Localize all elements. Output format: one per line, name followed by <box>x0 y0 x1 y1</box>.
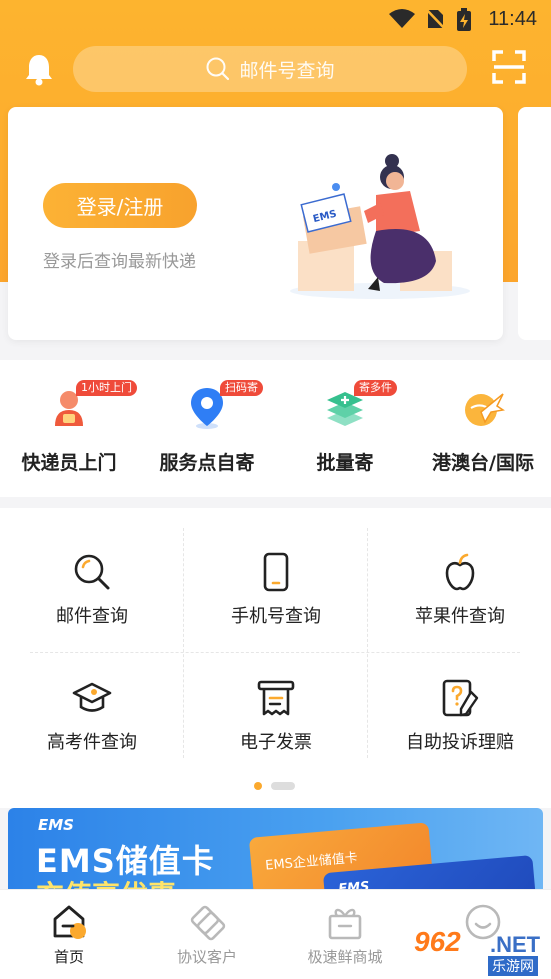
no-sim-icon <box>425 8 446 30</box>
service-self-drop[interactable]: 扫码寄 服务点自寄 <box>142 378 272 488</box>
promo-banner[interactable]: EMS EMS储值卡 充值享优惠 EMS企业储值卡 EMS <box>8 808 543 898</box>
search-input[interactable]: 邮件号查询 <box>73 46 467 92</box>
watermark-cn: 乐游网 <box>488 956 538 976</box>
service-tag: 寄多件 <box>354 380 397 396</box>
phone-icon <box>263 552 289 592</box>
search-placeholder: 邮件号查询 <box>239 59 335 82</box>
service-tag: 1小时上门 <box>76 380 137 396</box>
gift-box-icon <box>328 908 362 940</box>
wifi-icon <box>389 9 415 28</box>
service-label: 快递员上门 <box>21 452 117 474</box>
watermark-suffix: .NET <box>490 932 541 957</box>
tab-fresh-mall[interactable]: 极速鲜商城 <box>276 890 414 979</box>
grid-item-phone-query[interactable]: 手机号查询 <box>184 508 368 628</box>
login-register-button[interactable]: 登录/注册 <box>43 183 197 228</box>
tab-home[interactable]: 首页 <box>0 890 138 979</box>
service-courier-pickup[interactable]: 1小时上门 快递员上门 <box>4 378 137 488</box>
query-grid: 邮件查询 手机号查询 苹果件查询 高考件查询 电子发票 自助投诉理赔 <box>0 508 551 808</box>
invoice-icon <box>257 680 295 716</box>
service-label: 批量寄 <box>316 452 374 474</box>
bell-icon[interactable] <box>24 52 54 86</box>
complaint-icon <box>442 679 479 717</box>
battery-charging-icon <box>457 8 471 31</box>
service-bulk-send[interactable]: 寄多件 批量寄 <box>280 378 410 488</box>
site-watermark: 962 .NET 乐游网 <box>412 922 548 976</box>
quick-services: 1小时上门 快递员上门 扫码寄 服务点自寄 寄多件 批量寄 港澳台/国际 <box>0 360 551 497</box>
plane-globe-icon <box>465 393 505 426</box>
grid-item-complaint-claim[interactable]: 自助投诉理赔 <box>368 634 551 754</box>
courier-illustration: EMS <box>290 154 470 299</box>
status-bar: 11:44 <box>0 0 551 38</box>
login-card: 登录/注册 登录后查询最新快递 EMS <box>8 107 503 340</box>
grid-item-label: 手机号查询 <box>231 606 321 627</box>
tab-label: 极速鲜商城 <box>307 948 383 966</box>
grid-item-label: 电子发票 <box>240 732 312 753</box>
watermark-number: 962 <box>414 926 461 957</box>
service-tag: 扫码寄 <box>220 380 263 396</box>
grid-item-exam-query[interactable]: 高考件查询 <box>0 634 184 754</box>
next-card-peek <box>518 107 551 340</box>
banner-card-text: EMS企业储值卡 <box>264 850 359 874</box>
graduation-cap-icon <box>72 682 112 712</box>
tab-label: 协议客户 <box>176 948 237 966</box>
apple-icon <box>445 553 475 591</box>
grid-item-label: 自助投诉理赔 <box>406 732 514 753</box>
service-international[interactable]: 港澳台/国际 <box>418 378 548 488</box>
grid-item-label: 苹果件查询 <box>415 606 505 627</box>
grid-item-label: 高考件查询 <box>47 732 137 753</box>
service-label: 港澳台/国际 <box>432 452 534 474</box>
service-label: 服务点自寄 <box>159 452 255 474</box>
magnifier-icon <box>74 554 110 590</box>
tab-contract-customers[interactable]: 协议客户 <box>138 890 276 979</box>
grid-item-mail-query[interactable]: 邮件查询 <box>0 508 184 628</box>
login-hint: 登录后查询最新快递 <box>43 252 196 272</box>
grid-item-apple-query[interactable]: 苹果件查询 <box>368 508 551 628</box>
page-dot <box>271 782 295 790</box>
status-time: 11:44 <box>488 8 537 30</box>
grid-item-label: 邮件查询 <box>56 606 128 627</box>
tab-label: 首页 <box>53 948 84 966</box>
banner-brand: EMS <box>38 816 74 834</box>
page-dot-active <box>254 782 262 790</box>
grid-item-e-invoice[interactable]: 电子发票 <box>184 634 368 754</box>
scan-icon[interactable] <box>492 50 526 84</box>
handshake-icon <box>190 905 226 941</box>
home-icon <box>53 905 86 939</box>
search-icon <box>206 57 230 81</box>
